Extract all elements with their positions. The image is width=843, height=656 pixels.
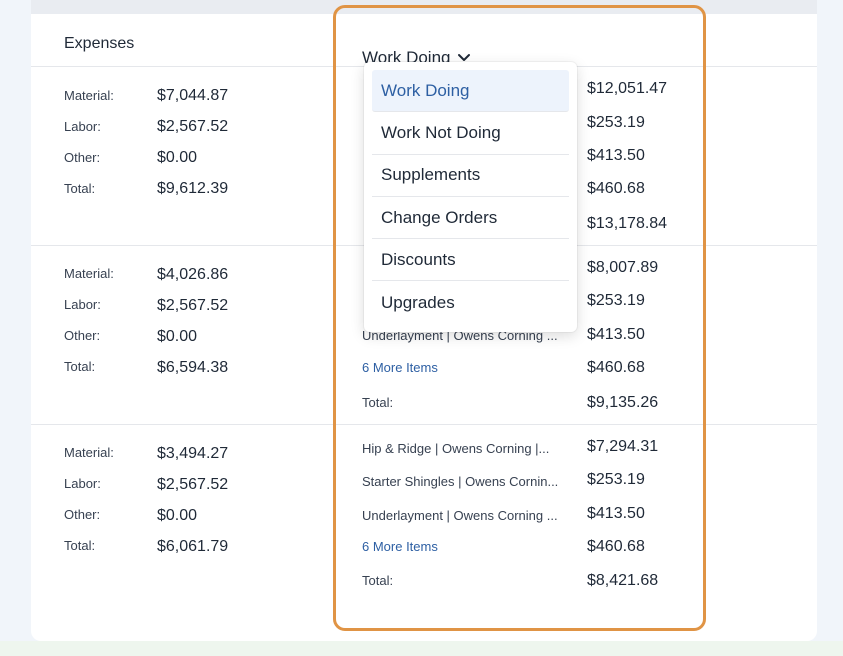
item-value: $460.68 xyxy=(587,538,645,555)
item-value: $8,007.89 xyxy=(587,259,659,276)
expense-label: Total: xyxy=(64,181,96,196)
item-value: $12,051.47 xyxy=(587,80,668,97)
item-total-value: $9,135.26 xyxy=(587,394,659,411)
expense-value: $0.00 xyxy=(157,149,198,166)
item-value: $413.50 xyxy=(587,505,645,522)
expense-label: Labor: xyxy=(64,476,101,491)
work-type-dropdown-menu: Work Doing Work Not Doing Supplements Ch… xyxy=(364,62,577,332)
item-total-value: $13,178.84 xyxy=(587,215,668,232)
expenses-column-title: Expenses xyxy=(64,35,135,52)
expense-label: Total: xyxy=(64,359,96,374)
item-label: Hip & Ridge | Owens Corning |... xyxy=(362,441,550,456)
expense-value: $2,567.52 xyxy=(157,297,229,314)
expense-label: Other: xyxy=(64,507,101,522)
expense-label: Labor: xyxy=(64,119,101,134)
menu-item-upgrades[interactable]: Upgrades xyxy=(372,281,569,323)
item-total-label: Total: xyxy=(362,395,394,410)
item-value: $413.50 xyxy=(587,147,645,164)
expense-value: $4,026.86 xyxy=(157,266,229,283)
expense-value: $9,612.39 xyxy=(157,180,229,197)
expense-value: $6,594.38 xyxy=(157,359,229,376)
table-row: Material: $3,494.27 Labor: $2,567.52 Oth… xyxy=(31,425,817,641)
expense-label: Other: xyxy=(64,150,101,165)
menu-item-supplements[interactable]: Supplements xyxy=(372,155,569,197)
expense-value: $0.00 xyxy=(157,507,198,524)
item-label: Starter Shingles | Owens Cornin... xyxy=(362,474,559,489)
expense-value: $2,567.52 xyxy=(157,118,229,135)
table-header: Expenses Work Doing xyxy=(31,14,817,67)
expense-label: Material: xyxy=(64,88,114,103)
expense-label: Other: xyxy=(64,328,101,343)
more-items-link[interactable]: 6 More Items xyxy=(362,539,576,554)
expense-value: $0.00 xyxy=(157,328,198,345)
card-top-bar xyxy=(31,0,817,14)
expense-value: $6,061.79 xyxy=(157,538,229,555)
expense-label: Total: xyxy=(64,538,96,553)
menu-item-change-orders[interactable]: Change Orders xyxy=(372,197,569,240)
item-value: $460.68 xyxy=(587,359,645,376)
expense-label: Material: xyxy=(64,445,114,460)
item-total-label: Total: xyxy=(362,573,394,588)
expense-label: Material: xyxy=(64,266,114,281)
item-total-value: $8,421.68 xyxy=(587,572,659,589)
item-label: Underlayment | Owens Corning ... xyxy=(362,508,558,523)
item-value: $7,294.31 xyxy=(587,438,659,455)
expense-value: $2,567.52 xyxy=(157,476,229,493)
item-value: $253.19 xyxy=(587,114,645,131)
menu-item-work-not-doing[interactable]: Work Not Doing xyxy=(372,112,569,155)
menu-item-discounts[interactable]: Discounts xyxy=(372,239,569,282)
item-value: $460.68 xyxy=(587,180,645,197)
menu-item-work-doing[interactable]: Work Doing xyxy=(372,70,569,113)
expense-value: $3,494.27 xyxy=(157,445,229,462)
expense-label: Labor: xyxy=(64,297,101,312)
item-value: $253.19 xyxy=(587,292,645,309)
item-value: $413.50 xyxy=(587,326,645,343)
item-value: $253.19 xyxy=(587,471,645,488)
page-bottom-strip xyxy=(0,641,843,656)
expense-value: $7,044.87 xyxy=(157,87,229,104)
more-items-link[interactable]: 6 More Items xyxy=(362,360,576,375)
